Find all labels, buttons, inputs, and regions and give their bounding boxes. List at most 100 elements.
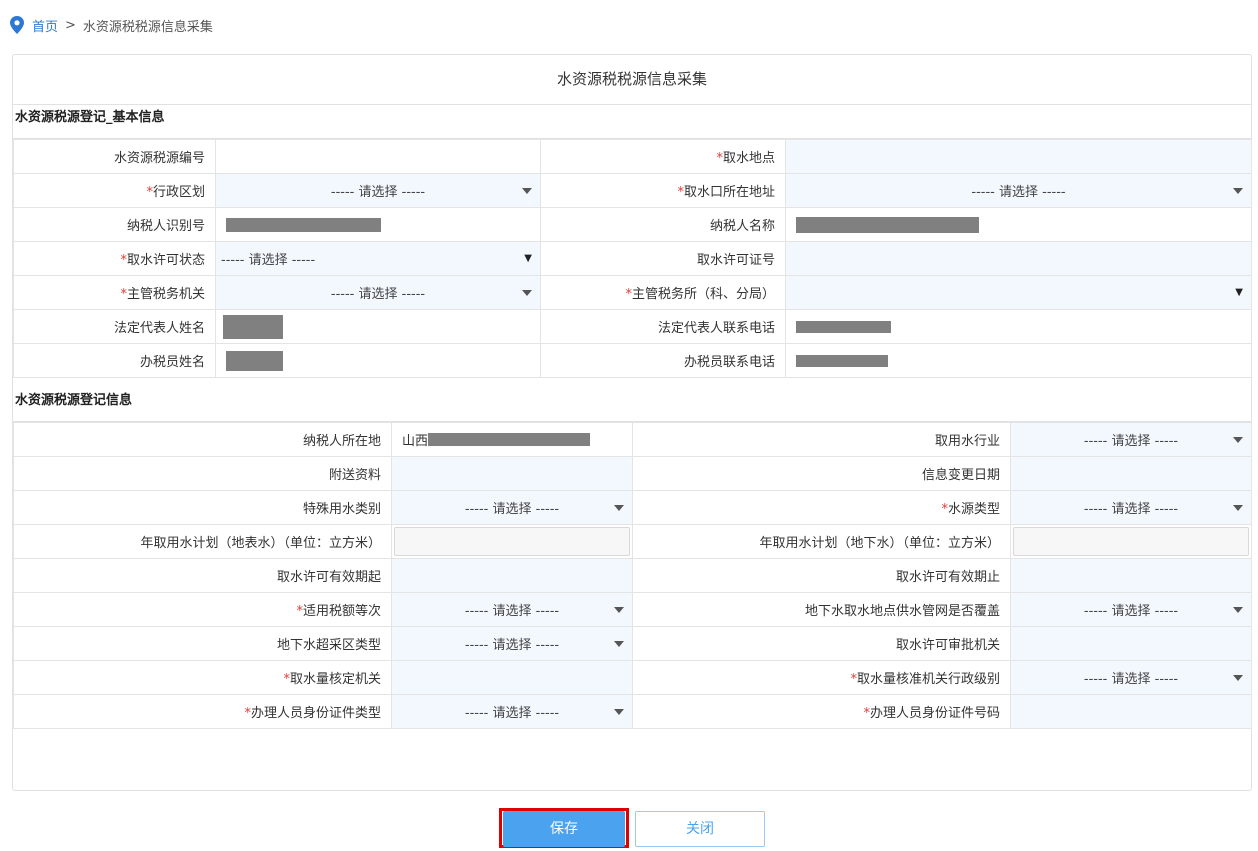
close-button[interactable]: 关闭 xyxy=(635,811,765,847)
volume-verification-authority-input[interactable] xyxy=(391,660,633,695)
intake-permit-number-input[interactable] xyxy=(785,241,1252,276)
intake-permit-status-select[interactable]: ----- 请选择 ----- ▼ xyxy=(215,241,541,276)
table-row: *取水许可状态 ----- 请选择 ----- ▼ 取水许可证号 xyxy=(13,241,1252,276)
redacted-value xyxy=(796,320,891,333)
table-row: *主管税务机关 ----- 请选择 ----- *主管税务所（科、分局） ▼ xyxy=(13,275,1252,310)
taxpayer-location-field: 山西 xyxy=(391,422,633,457)
field-label: *取水地点 xyxy=(540,139,786,174)
water-industry-select[interactable]: ----- 请选择 ----- xyxy=(1010,422,1252,457)
tax-clerk-phone-field xyxy=(785,343,1252,378)
field-label: *水资源税源编号 xyxy=(13,139,216,174)
field-label: 法定代表人联系电话 xyxy=(540,309,786,344)
dropdown-arrow-icon xyxy=(1233,437,1243,443)
dropdown-triangle-icon: ▼ xyxy=(1235,287,1243,298)
dropdown-arrow-icon xyxy=(522,188,532,194)
attachments-input[interactable] xyxy=(391,456,633,491)
tax-rate-grade-select[interactable]: ----- 请选择 ----- xyxy=(391,592,633,627)
field-label: 特殊用水类别 xyxy=(13,490,392,525)
table-row: *取水量核定机关 *取水量核准机关行政级别 ----- 请选择 ----- xyxy=(13,660,1252,695)
field-label: 取水许可证号 xyxy=(540,241,786,276)
table-row: *办理人员身份证件类型 ----- 请选择 ----- *办理人员身份证件号码 xyxy=(13,694,1252,729)
table-row: 年取用水计划（地表水）（单位：立方米） 年取用水计划（地下水）（单位：立方米） xyxy=(13,524,1252,559)
table-row: 法定代表人姓名 法定代表人联系电话 xyxy=(13,309,1252,344)
intake-address-select[interactable]: ----- 请选择 ----- xyxy=(785,173,1252,208)
table-row: 纳税人所在地 山西 取用水行业 ----- 请选择 ----- xyxy=(13,422,1252,457)
field-label: 纳税人识别号 xyxy=(13,207,216,242)
field-label: 地下水超采区类型 xyxy=(13,626,392,661)
dropdown-arrow-icon xyxy=(1233,188,1243,194)
form-panel: 水资源税税源信息采集 水资源税源登记_基本信息 *水资源税源编号 *取水地点 *… xyxy=(12,54,1252,791)
id-document-type-select[interactable]: ----- 请选择 ----- xyxy=(391,694,633,729)
field-label: 取水许可审批机关 xyxy=(632,626,1011,661)
field-label: 法定代表人姓名 xyxy=(13,309,216,344)
basic-info-section-title: 水资源税源登记_基本信息 xyxy=(13,105,1251,139)
legal-rep-phone-field xyxy=(785,309,1252,344)
field-label: 办税员姓名 xyxy=(13,343,216,378)
location-pin-icon xyxy=(10,16,24,34)
legal-rep-name-field xyxy=(215,309,541,344)
groundwater-plan-input[interactable] xyxy=(1010,524,1252,559)
tax-source-number-field xyxy=(215,139,541,174)
dropdown-arrow-icon xyxy=(1233,607,1243,613)
field-label: 年取用水计划（地下水）（单位：立方米） xyxy=(632,524,1011,559)
field-label: 地下水取水地点供水管网是否覆盖 xyxy=(632,592,1011,627)
water-intake-location-input[interactable] xyxy=(785,139,1252,174)
dropdown-arrow-icon xyxy=(614,641,624,647)
field-label: *行政区划 xyxy=(13,173,216,208)
authority-level-select[interactable]: ----- 请选择 ----- xyxy=(1010,660,1252,695)
field-label: *水源类型 xyxy=(632,490,1011,525)
redacted-value xyxy=(796,216,979,233)
tax-clerk-name-field xyxy=(215,343,541,378)
special-water-type-select[interactable]: ----- 请选择 ----- xyxy=(391,490,633,525)
tax-authority-select[interactable]: ----- 请选择 ----- xyxy=(215,275,541,310)
id-document-number-input[interactable] xyxy=(1010,694,1252,729)
field-label: 信息变更日期 xyxy=(632,456,1011,491)
breadcrumb-separator: > xyxy=(65,17,76,33)
dropdown-arrow-icon xyxy=(614,607,624,613)
field-label: 取用水行业 xyxy=(632,422,1011,457)
overexploitation-zone-select[interactable]: ----- 请选择 ----- xyxy=(391,626,633,661)
field-label: 年取用水计划（地表水）（单位：立方米） xyxy=(13,524,392,559)
dropdown-arrow-icon xyxy=(614,709,624,715)
taxpayer-name-field xyxy=(785,207,1252,242)
permit-approval-authority-input[interactable] xyxy=(1010,626,1252,661)
page-title: 水资源税税源信息采集 xyxy=(13,55,1251,105)
dropdown-arrow-icon xyxy=(1233,505,1243,511)
dropdown-arrow-icon xyxy=(522,290,532,296)
table-row: *行政区划 ----- 请选择 ----- *取水口所在地址 ----- 请选择… xyxy=(13,173,1252,208)
table-row: *适用税额等次 ----- 请选择 ----- 地下水取水地点供水管网是否覆盖 … xyxy=(13,592,1252,627)
redacted-value xyxy=(226,350,283,371)
water-source-type-select[interactable]: ----- 请选择 ----- xyxy=(1010,490,1252,525)
redacted-value xyxy=(226,217,381,232)
admin-division-select[interactable]: ----- 请选择 ----- xyxy=(215,173,541,208)
redacted-value xyxy=(428,433,591,446)
breadcrumb: 首页 > 水资源税税源信息采集 xyxy=(10,15,213,35)
surface-water-plan-input[interactable] xyxy=(391,524,633,559)
table-row: 办税员姓名 办税员联系电话 xyxy=(13,343,1252,378)
save-button[interactable]: 保存 xyxy=(503,811,625,847)
field-label: *主管税务机关 xyxy=(13,275,216,310)
field-label: 纳税人所在地 xyxy=(13,422,392,457)
pipe-network-coverage-select[interactable]: ----- 请选择 ----- xyxy=(1010,592,1252,627)
field-label: *取水量核准机关行政级别 xyxy=(632,660,1011,695)
table-row: 地下水超采区类型 ----- 请选择 ----- 取水许可审批机关 xyxy=(13,626,1252,661)
dropdown-triangle-icon: ▼ xyxy=(524,253,532,264)
registration-info-section-title: 水资源税源登记信息 xyxy=(13,388,1251,422)
permit-valid-to-input[interactable] xyxy=(1010,558,1252,593)
breadcrumb-current: 水资源税税源信息采集 xyxy=(82,19,213,35)
field-label: 取水许可有效期起 xyxy=(13,558,392,593)
field-label: 取水许可有效期止 xyxy=(632,558,1011,593)
change-date-input[interactable] xyxy=(1010,456,1252,491)
table-row: 纳税人识别号 纳税人名称 xyxy=(13,207,1252,242)
table-row: *水资源税源编号 *取水地点 xyxy=(13,139,1252,174)
breadcrumb-home-link[interactable]: 首页 xyxy=(32,16,58,35)
table-row: 附送资料 信息变更日期 xyxy=(13,456,1252,491)
permit-valid-from-input[interactable] xyxy=(391,558,633,593)
field-label: 办税员联系电话 xyxy=(540,343,786,378)
field-label: *办理人员身份证件号码 xyxy=(632,694,1011,729)
tax-office-select[interactable]: ▼ xyxy=(785,275,1252,310)
field-label: *办理人员身份证件类型 xyxy=(13,694,392,729)
dropdown-arrow-icon xyxy=(1233,675,1243,681)
field-label: *适用税额等次 xyxy=(13,592,392,627)
redacted-value xyxy=(796,354,888,367)
